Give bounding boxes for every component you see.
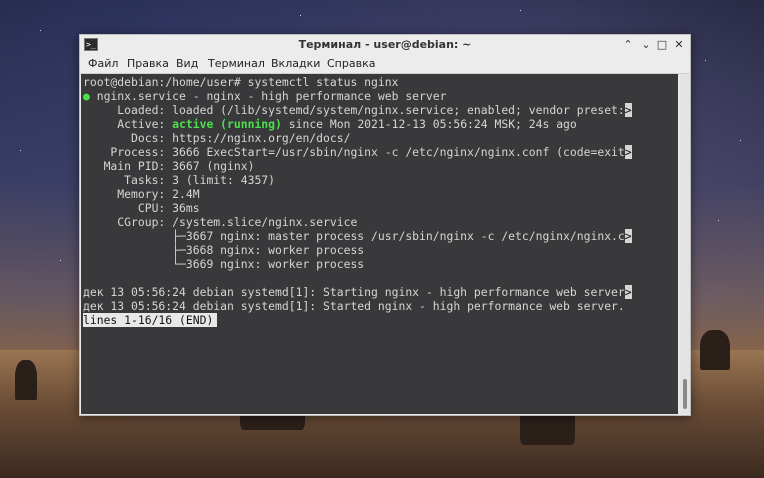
star xyxy=(20,150,21,151)
memory-line: Memory: 2.4M xyxy=(83,187,200,201)
cpu-line: CPU: 36ms xyxy=(83,201,200,215)
prompt-line: root@debian:/home/user# systemctl status… xyxy=(83,75,399,89)
active-label: Active: xyxy=(83,117,173,131)
star xyxy=(740,140,741,141)
cgroup-line: CGroup: /system.slice/nginx.service xyxy=(83,215,358,229)
log-line: дек 13 05:56:24 debian systemd[1]: Start… xyxy=(83,285,632,299)
active-rest: since Mon 2021-12-13 05:56:24 MSK; 24s a… xyxy=(281,117,577,131)
rock-pillar xyxy=(700,330,730,370)
menu-terminal[interactable]: Терминал xyxy=(207,57,266,70)
docs-line: Docs: https://nginx.org/en/docs/ xyxy=(83,131,351,145)
pager-status: lines 1-16/16 (END) xyxy=(83,313,218,327)
loaded-text: Loaded: loaded (/lib/systemd/system/ngin… xyxy=(83,103,625,117)
log-text: дек 13 05:56:24 debian systemd[1]: Start… xyxy=(83,285,625,299)
truncation-marker: > xyxy=(624,145,632,159)
cgroup-process-text: ├─3667 nginx: master process /usr/sbin/n… xyxy=(83,229,625,243)
truncation-marker: > xyxy=(624,229,632,243)
cgroup-process-line: ├─3668 nginx: worker process xyxy=(83,243,365,257)
menu-view[interactable]: Вид xyxy=(175,57,199,70)
star xyxy=(60,260,61,261)
log-line: дек 13 05:56:24 debian systemd[1]: Start… xyxy=(83,299,625,313)
cgroup-process-line: └─3669 nginx: worker process xyxy=(83,257,365,271)
terminal-output[interactable]: root@debian:/home/user# systemctl status… xyxy=(81,74,678,414)
truncation-marker: > xyxy=(624,285,632,299)
close-button[interactable]: ✕ xyxy=(671,37,687,52)
window-title: Терминал - user@debian: ~ xyxy=(298,38,472,51)
minimize-button[interactable]: ⌃ xyxy=(620,37,636,52)
process-text: Process: 3666 ExecStart=/usr/sbin/nginx … xyxy=(83,145,625,159)
unit-description: nginx.service - nginx - high performance… xyxy=(89,89,447,103)
cgroup-process-line: ├─3667 nginx: master process /usr/sbin/n… xyxy=(83,229,632,243)
menu-tabs[interactable]: Вкладки xyxy=(270,57,321,70)
maximize-button[interactable]: ⌄ xyxy=(638,37,654,52)
vertical-scrollbar[interactable] xyxy=(680,74,690,414)
loaded-line: Loaded: loaded (/lib/systemd/system/ngin… xyxy=(83,103,632,117)
tasks-line: Tasks: 3 (limit: 4357) xyxy=(83,173,276,187)
scrollbar-thumb[interactable] xyxy=(683,379,687,409)
truncation-marker: > xyxy=(624,103,632,117)
star xyxy=(300,15,301,16)
terminal-window: >_ Терминал - user@debian: ~ ⌃ ⌄ □ ✕ Фай… xyxy=(79,34,691,416)
star xyxy=(520,10,521,11)
star xyxy=(718,220,719,221)
star xyxy=(705,60,706,61)
title-bar[interactable]: >_ Терминал - user@debian: ~ ⌃ ⌄ □ ✕ xyxy=(80,35,690,56)
main-pid-line: Main PID: 3667 (nginx) xyxy=(83,159,255,173)
menu-edit[interactable]: Правка xyxy=(126,57,170,70)
active-line: Active: active (running) since Mon 2021-… xyxy=(83,117,577,131)
menu-file[interactable]: Файл xyxy=(87,57,119,70)
unit-line: ● nginx.service - nginx - high performan… xyxy=(83,89,446,103)
menu-help[interactable]: Справка xyxy=(326,57,376,70)
restore-button[interactable]: □ xyxy=(654,37,670,52)
status-dot-icon: ● xyxy=(83,89,90,103)
star xyxy=(40,30,41,31)
active-status: active (running) xyxy=(172,117,282,131)
process-line: Process: 3666 ExecStart=/usr/sbin/nginx … xyxy=(83,145,632,159)
menu-bar: Файл Правка Вид Терминал Вкладки Справка xyxy=(80,55,690,74)
rock-pillar xyxy=(15,360,37,400)
